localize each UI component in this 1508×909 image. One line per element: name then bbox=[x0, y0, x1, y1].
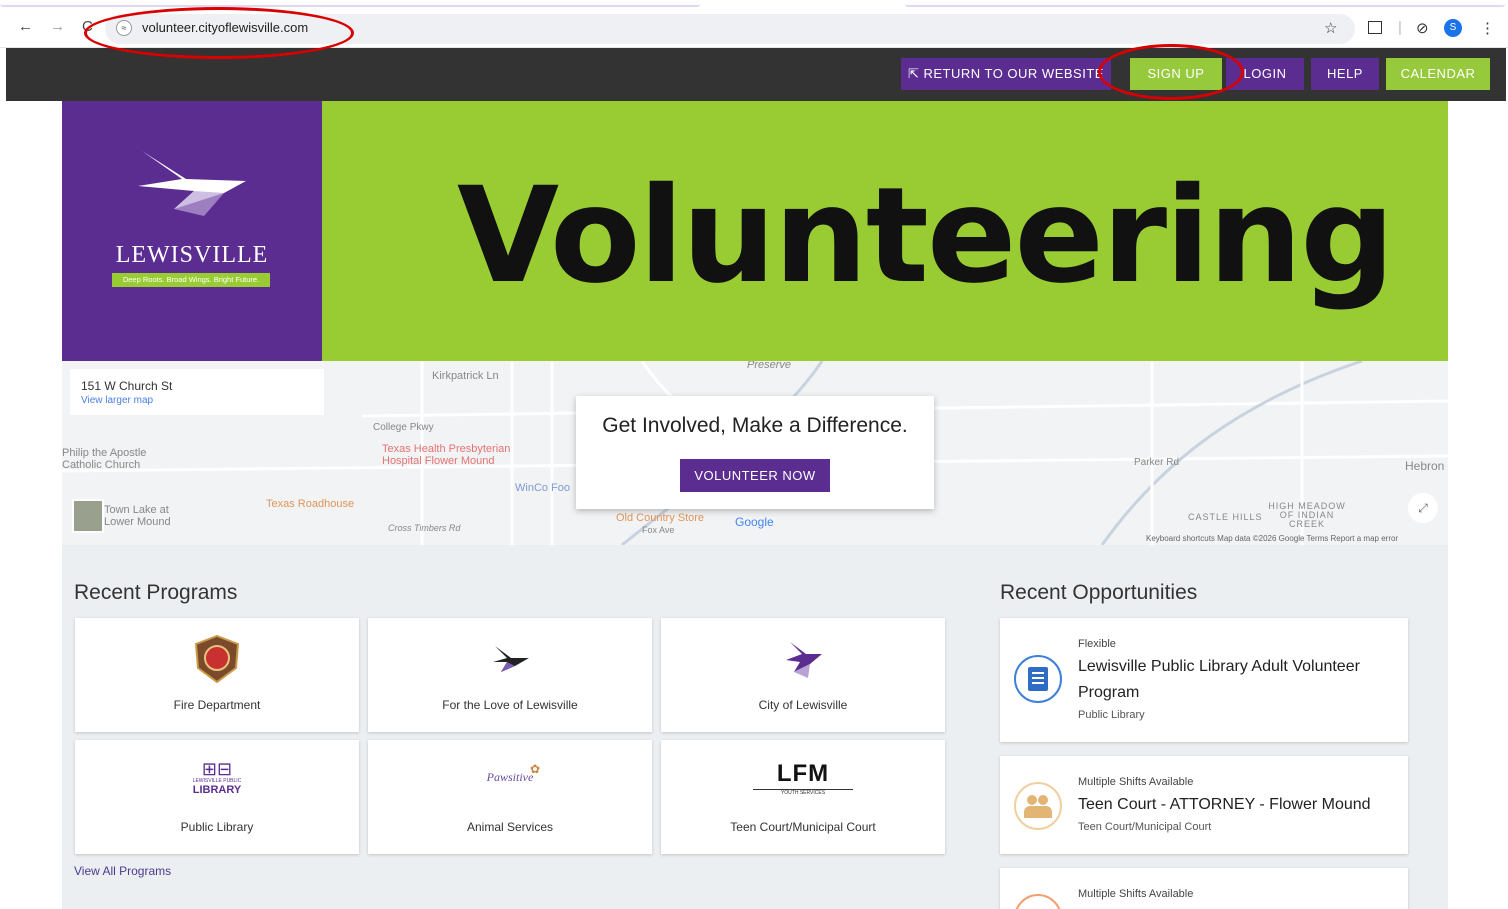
view-all-programs-link[interactable]: View All Programs bbox=[74, 864, 171, 878]
external-link-icon: ⇱ bbox=[908, 66, 920, 81]
lewisville-logo[interactable]: LEWISVILLE Deep Roots. Broad Wings. Brig… bbox=[62, 101, 322, 361]
back-icon[interactable]: ← bbox=[18, 18, 33, 35]
map-label: WinCo Foo bbox=[515, 482, 571, 494]
library-logo-big: LIBRARY bbox=[192, 784, 242, 796]
map-label: Hebron bbox=[1405, 459, 1445, 473]
program-label: Fire Department bbox=[173, 698, 261, 712]
map-address-card: 151 W Church St View larger map bbox=[70, 369, 324, 415]
content-section: Recent Programs Fire Department For the … bbox=[62, 545, 1448, 909]
forward-icon[interactable]: → bbox=[50, 18, 65, 35]
profile-avatar[interactable]: S bbox=[1444, 19, 1462, 37]
program-label: For the Love of Lewisville bbox=[442, 698, 578, 712]
map-label: Philip the Apostle Catholic Church bbox=[62, 447, 147, 471]
opportunity-card[interactable]: Flexible Lewisville Public Library Adult… bbox=[1000, 618, 1408, 742]
map-label: HIGH MEADOW OF INDIAN CREEK bbox=[1268, 501, 1346, 529]
opportunity-schedule: Multiple Shifts Available bbox=[1078, 888, 1194, 900]
map-label: College Pkwy bbox=[373, 422, 434, 433]
map-footer[interactable]: Keyboard shortcuts Map data ©2026 Google… bbox=[1146, 534, 1398, 543]
logo-name: LEWISVILLE bbox=[115, 242, 269, 268]
opportunity-org: Public Library bbox=[1078, 709, 1145, 721]
library-book-icon bbox=[1014, 655, 1062, 703]
lfm-logo: LFM bbox=[776, 760, 830, 787]
map-label: Texas Health Presbyterian Hospital Flowe… bbox=[382, 443, 511, 467]
bird-icon bbox=[786, 642, 822, 678]
paw-icon: ✿ bbox=[530, 762, 541, 776]
view-larger-map-link[interactable]: View larger map bbox=[81, 395, 153, 406]
program-label: Teen Court/Municipal Court bbox=[730, 820, 876, 834]
fire-department-badge-icon bbox=[194, 634, 240, 684]
reading-mode-icon[interactable] bbox=[1368, 21, 1382, 34]
map-label: Texas Roadhouse bbox=[266, 498, 355, 510]
lfm-logo-sub: YOUTH SERVICES bbox=[753, 789, 853, 796]
map-label: CASTLE HILLS bbox=[1188, 512, 1263, 522]
opportunity-icon bbox=[1014, 894, 1062, 909]
volunteer-now-button[interactable]: VOLUNTEER NOW bbox=[680, 459, 830, 492]
calendar-button[interactable]: CALENDAR bbox=[1386, 58, 1490, 90]
map-address: 151 W Church St bbox=[81, 379, 173, 393]
annotation-circle-url bbox=[84, 7, 354, 59]
program-card-city[interactable]: City of Lewisville bbox=[661, 618, 945, 732]
program-card-library[interactable]: ⊞⊟ LEWISVILLE PUBLIC LIBRARY Public Libr… bbox=[75, 740, 359, 854]
opportunity-title[interactable]: Teen Court - ATTORNEY - Flower Mound bbox=[1078, 792, 1398, 818]
page-title: Volunteering bbox=[457, 159, 1395, 313]
map-label: Kirkpatrick Ln bbox=[432, 370, 499, 382]
program-card-teen-court[interactable]: LFM YOUTH SERVICES Teen Court/Municipal … bbox=[661, 740, 945, 854]
cta-heading: Get Involved, Make a Difference. bbox=[602, 414, 908, 437]
return-website-button[interactable]: ⇱ RETURN TO OUR WEBSITE bbox=[901, 58, 1111, 90]
program-label: Public Library bbox=[180, 820, 254, 834]
opportunity-card[interactable]: Multiple Shifts Available bbox=[1000, 868, 1408, 909]
opportunity-schedule: Flexible bbox=[1078, 638, 1116, 650]
google-logo: Google bbox=[735, 515, 774, 529]
cta-card: Get Involved, Make a Difference. VOLUNTE… bbox=[576, 396, 934, 509]
program-card-love-lewisville[interactable]: For the Love of Lewisville bbox=[368, 618, 652, 732]
map-label: Fox Ave bbox=[642, 525, 675, 535]
opportunity-title[interactable]: Lewisville Public Library Adult Voluntee… bbox=[1078, 654, 1398, 706]
return-website-label: RETURN TO OUR WEBSITE bbox=[923, 66, 1104, 81]
fullscreen-icon[interactable]: ⤢ bbox=[1408, 493, 1438, 523]
program-card-fire[interactable]: Fire Department bbox=[75, 618, 359, 732]
menu-icon[interactable]: ⋮ bbox=[1480, 19, 1495, 37]
programs-heading: Recent Programs bbox=[74, 581, 238, 604]
bird-icon bbox=[138, 151, 246, 216]
divider: | bbox=[1398, 19, 1402, 36]
map-label: Parker Rd bbox=[1134, 457, 1180, 468]
library-logo: ⊞⊟ LEWISVILLE PUBLIC LIBRARY bbox=[167, 760, 267, 796]
map-thumbnail[interactable] bbox=[72, 499, 104, 533]
library-logo-graphic: ⊞⊟ bbox=[201, 759, 233, 779]
help-button[interactable]: HELP bbox=[1311, 58, 1379, 90]
opportunity-org: Teen Court/Municipal Court bbox=[1078, 821, 1212, 833]
bird-icon bbox=[493, 646, 529, 672]
extension-icon[interactable]: ⊘ bbox=[1416, 19, 1429, 37]
map-label: Town Lake at Lower Mound bbox=[104, 504, 171, 528]
opportunity-schedule: Multiple Shifts Available bbox=[1078, 776, 1194, 788]
map-label: Preserve bbox=[747, 361, 792, 371]
program-label: Animal Services bbox=[466, 820, 554, 834]
map-label: Old Country Store bbox=[616, 512, 705, 524]
annotation-circle-signup bbox=[1098, 44, 1244, 100]
logo-tagline: Deep Roots. Broad Wings. Bright Future. bbox=[112, 273, 270, 287]
opportunity-card[interactable]: Multiple Shifts Available Teen Court - A… bbox=[1000, 756, 1408, 854]
bookmark-star-icon[interactable]: ☆ bbox=[1324, 19, 1337, 37]
opportunities-heading: Recent Opportunities bbox=[1000, 581, 1198, 604]
program-label: City of Lewisville bbox=[758, 698, 848, 712]
hero-banner: LEWISVILLE Deep Roots. Broad Wings. Brig… bbox=[62, 101, 1448, 361]
people-icon bbox=[1014, 782, 1062, 830]
program-card-animal[interactable]: Pawsitive ✿ Animal Services bbox=[368, 740, 652, 854]
map-label: Cross Timbers Rd bbox=[388, 523, 461, 533]
